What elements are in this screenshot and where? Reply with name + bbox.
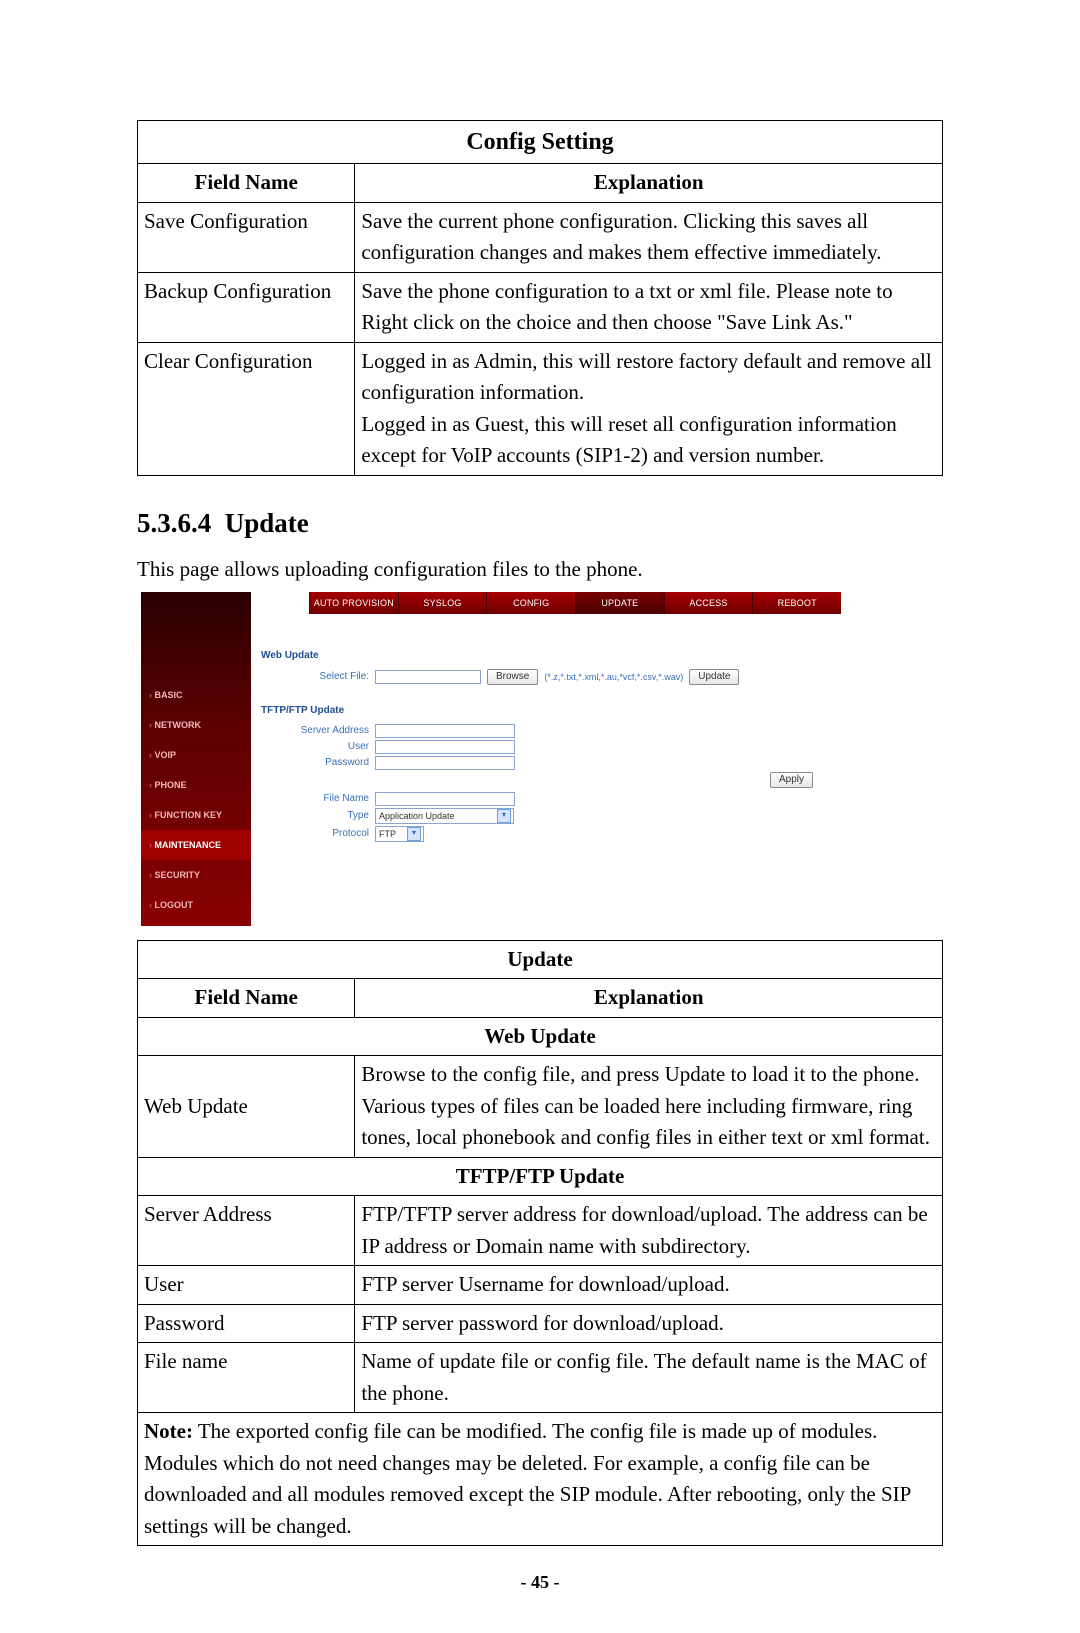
update-doc-table: Update Field Name Explanation Web Update… (137, 940, 943, 1547)
file-name-input[interactable] (375, 792, 515, 806)
user-label: User (261, 741, 375, 752)
note-text: The exported config file can be modified… (144, 1419, 911, 1538)
chevron-down-icon: ▾ (407, 827, 421, 841)
config-row-expl: Save the current phone configuration. Cl… (355, 202, 943, 272)
sidebar-item-basic[interactable]: BASIC (141, 680, 251, 710)
config-head-expl: Explanation (355, 164, 943, 203)
tab-syslog[interactable]: SYSLOG (398, 592, 487, 614)
ui-sidebar: BASIC NETWORK VOIP PHONE FUNCTION KEY MA… (141, 592, 251, 926)
update-head-field: Field Name (138, 979, 355, 1018)
select-file-label: Select File: (261, 671, 375, 682)
server-address-input[interactable] (375, 724, 515, 738)
tab-reboot[interactable]: REBOOT (752, 592, 841, 614)
chevron-down-icon: ▾ (497, 809, 511, 823)
password-label: Password (261, 757, 375, 768)
web-update-title: Web Update (261, 650, 823, 661)
sidebar-item-security[interactable]: SECURITY (141, 860, 251, 890)
update-row-expl: Name of update file or config file. The … (355, 1343, 943, 1413)
page-number: - 45 - (137, 1572, 943, 1593)
update-row-expl: FTP server Username for download/upload. (355, 1266, 943, 1305)
file-name-label: File Name (261, 793, 375, 804)
config-setting-table: Config Setting Field Name Explanation Sa… (137, 120, 943, 476)
protocol-label: Protocol (261, 828, 375, 839)
config-row-field: Save Configuration (138, 202, 355, 272)
ui-tabs: AUTO PROVISION SYSLOG CONFIG UPDATE ACCE… (251, 592, 841, 614)
config-row-field: Clear Configuration (138, 342, 355, 475)
file-type-hint: (*.z,*.txt,*.xml,*.au,*vcf,*.csv,*.wav) (544, 672, 683, 682)
update-note: Note: The exported config file can be mo… (138, 1413, 943, 1546)
tftp-title: TFTP/FTP Update (261, 705, 823, 716)
password-input[interactable] (375, 756, 515, 770)
user-input[interactable] (375, 740, 515, 754)
section-heading: 5.3.6.4 Update (137, 508, 943, 539)
type-label: Type (261, 810, 375, 821)
config-row-expl: Save the phone configuration to a txt or… (355, 272, 943, 342)
update-button[interactable]: Update (689, 669, 739, 685)
update-title: Update (138, 940, 943, 979)
update-row-field: Server Address (138, 1196, 355, 1266)
update-row-field: File name (138, 1343, 355, 1413)
heading-title: Update (225, 508, 309, 538)
sidebar-item-voip[interactable]: VOIP (141, 740, 251, 770)
config-head-field: Field Name (138, 164, 355, 203)
update-row-expl: FTP/TFTP server address for download/upl… (355, 1196, 943, 1266)
sidebar-item-logout[interactable]: LOGOUT (141, 890, 251, 920)
sidebar-item-maintenance[interactable]: MAINTENANCE (141, 830, 251, 860)
protocol-select[interactable]: FTP ▾ (375, 826, 424, 842)
update-row-expl: Browse to the config file, and press Upd… (355, 1056, 943, 1158)
server-address-label: Server Address (261, 725, 375, 736)
update-head-expl: Explanation (355, 979, 943, 1018)
type-select[interactable]: Application Update ▾ (375, 808, 514, 824)
sidebar-item-function-key[interactable]: FUNCTION KEY (141, 800, 251, 830)
tab-access[interactable]: ACCESS (664, 592, 753, 614)
tab-auto-provision[interactable]: AUTO PROVISION (309, 592, 398, 614)
config-row-field: Backup Configuration (138, 272, 355, 342)
tab-config[interactable]: CONFIG (486, 592, 575, 614)
note-label: Note: (144, 1419, 193, 1443)
update-row-field: Password (138, 1304, 355, 1343)
config-title: Config Setting (138, 121, 943, 164)
update-row-expl: FTP server password for download/upload. (355, 1304, 943, 1343)
ui-screenshot: BASIC NETWORK VOIP PHONE FUNCTION KEY MA… (141, 592, 841, 926)
select-file-row: Select File: Browse (*.z,*.txt,*.xml,*.a… (261, 669, 823, 685)
ui-body: Web Update Select File: Browse (*.z,*.tx… (251, 614, 841, 868)
update-row-field: Web Update (138, 1056, 355, 1158)
section-intro: This page allows uploading configuration… (137, 557, 943, 582)
ui-right-pane: AUTO PROVISION SYSLOG CONFIG UPDATE ACCE… (251, 592, 841, 926)
tab-update[interactable]: UPDATE (575, 592, 664, 614)
tftp-section: TFTP/FTP Update (138, 1157, 943, 1196)
config-row-expl: Logged in as Admin, this will restore fa… (355, 342, 943, 475)
sidebar-item-network[interactable]: NETWORK (141, 710, 251, 740)
browse-button[interactable]: Browse (487, 669, 538, 685)
select-file-input[interactable] (375, 670, 481, 684)
web-update-section: Web Update (138, 1017, 943, 1056)
heading-number: 5.3.6.4 (137, 508, 211, 538)
sidebar-item-phone[interactable]: PHONE (141, 770, 251, 800)
update-row-field: User (138, 1266, 355, 1305)
apply-button[interactable]: Apply (770, 772, 813, 788)
